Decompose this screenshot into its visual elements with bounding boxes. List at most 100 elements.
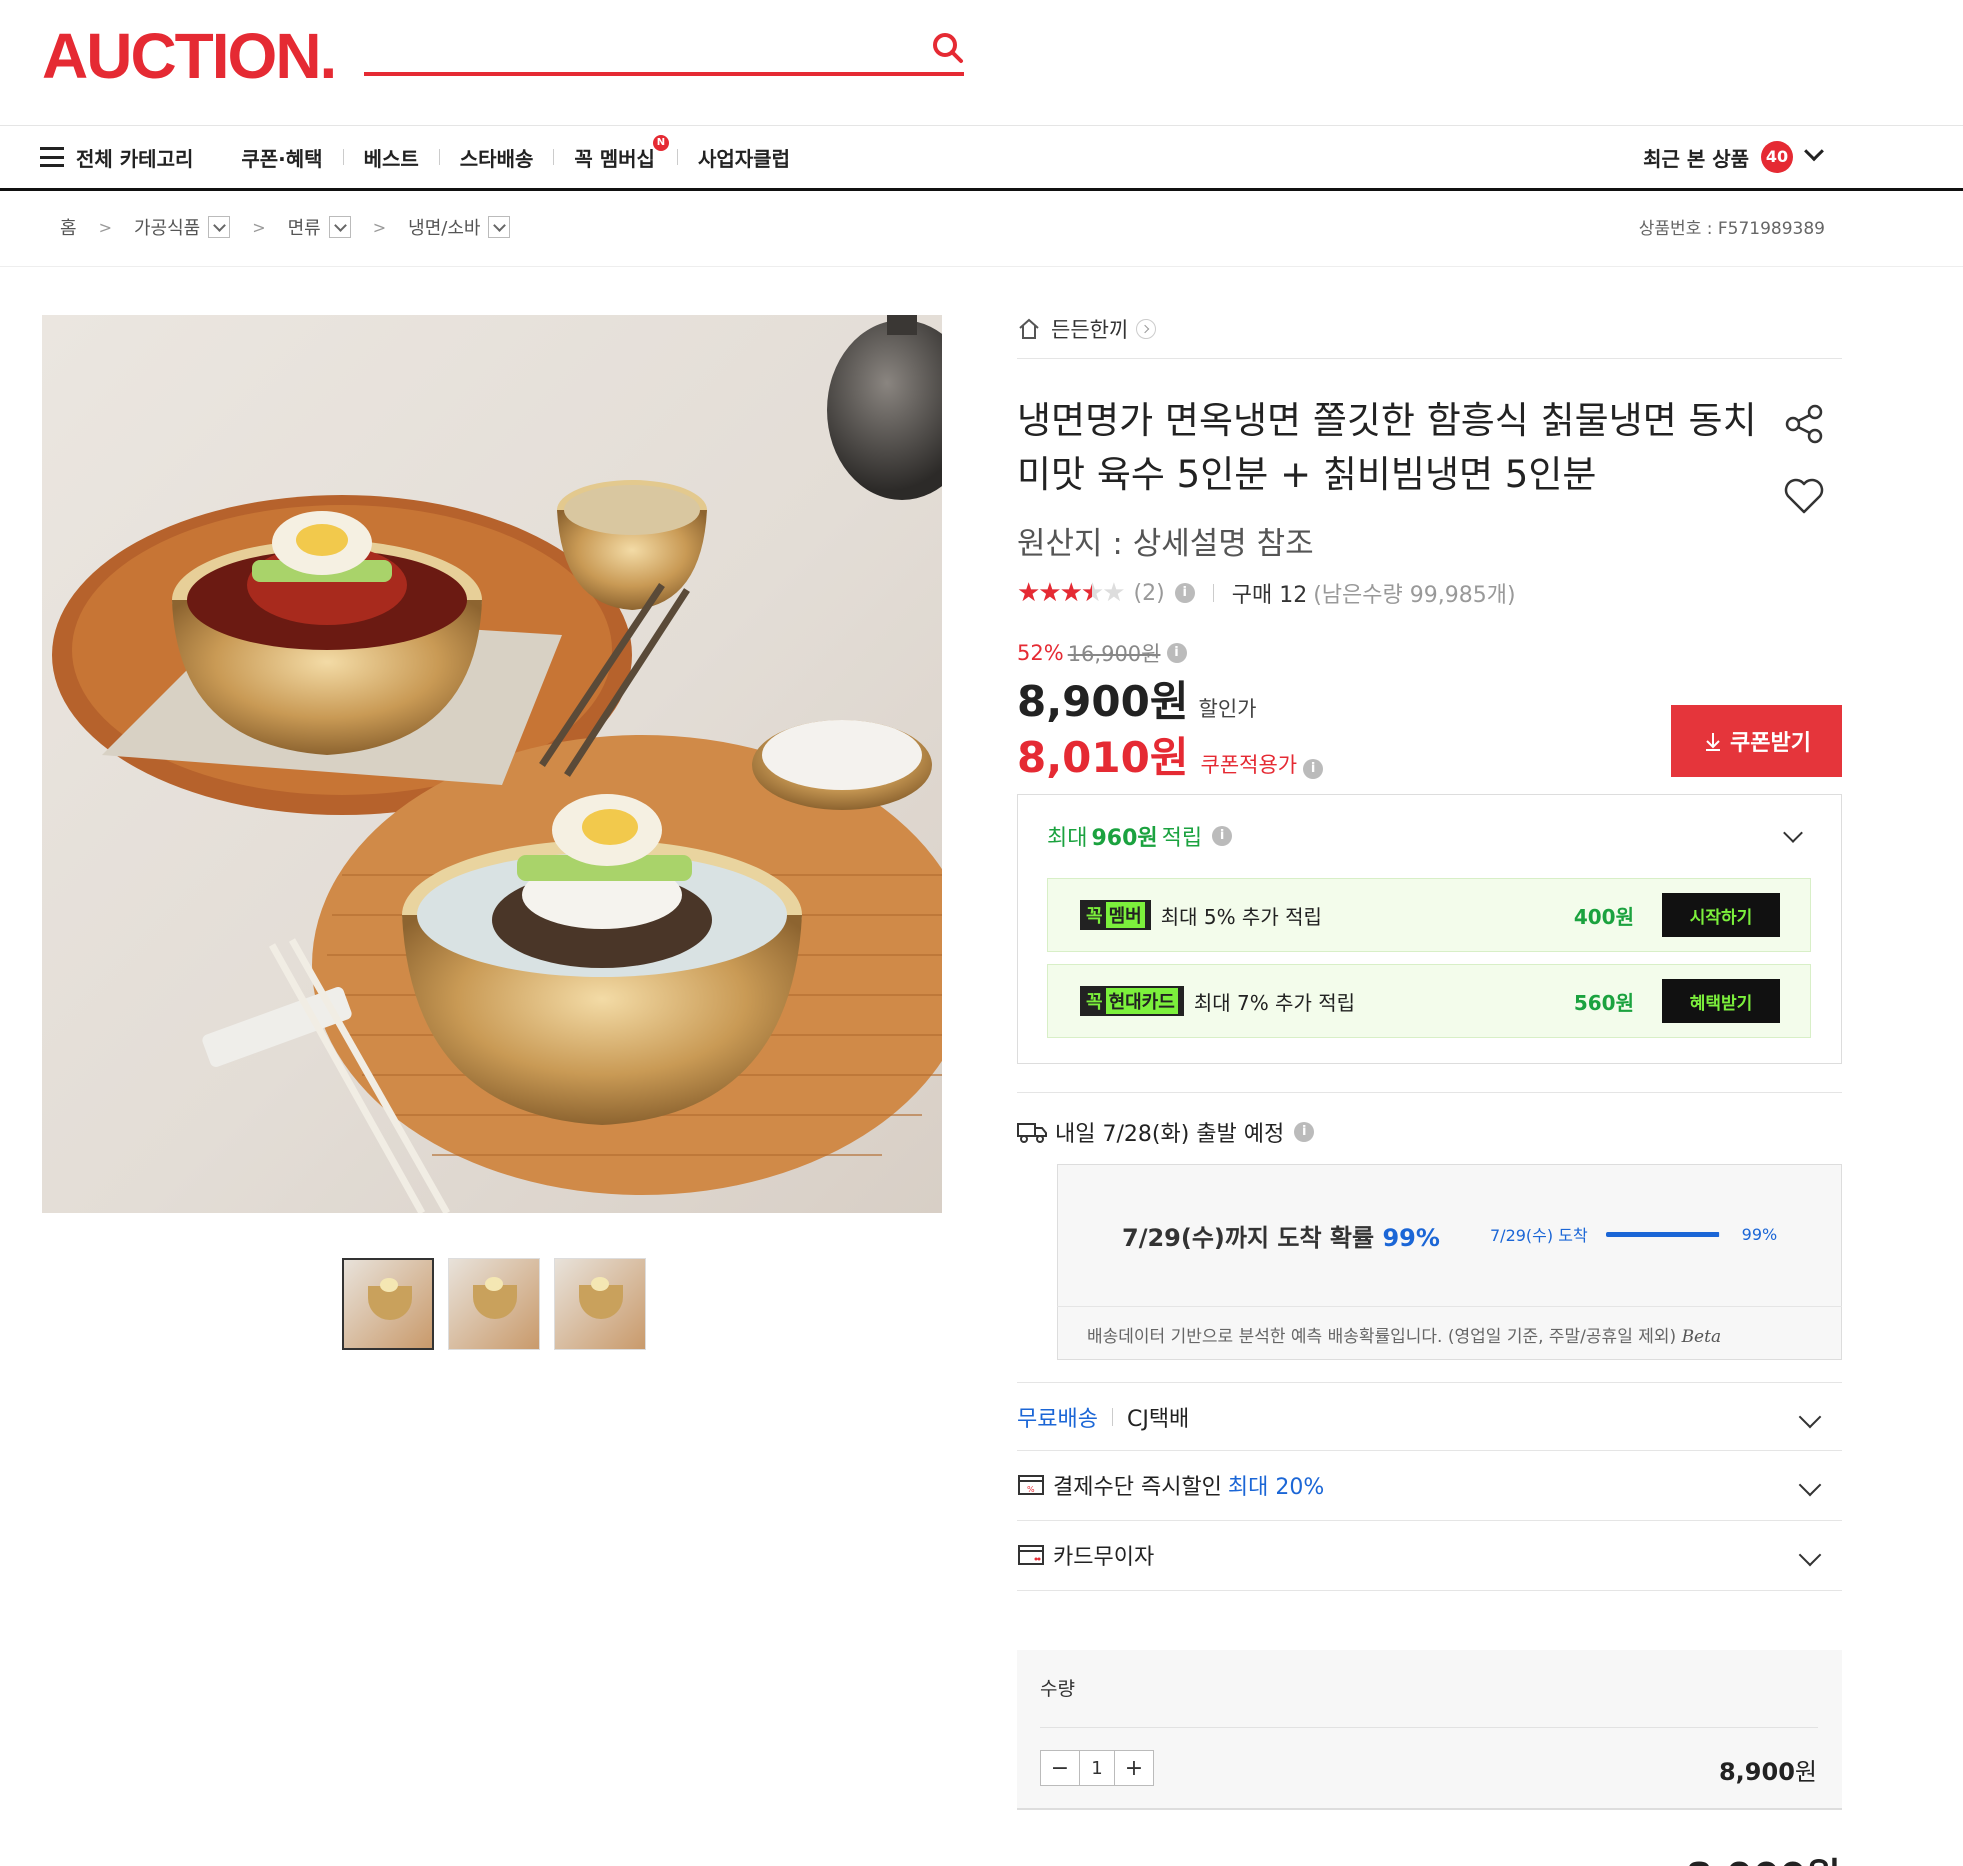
discount-row: 52% 16,900원 i <box>1017 638 1842 668</box>
thumbnail-1[interactable] <box>342 1258 434 1350</box>
line-price-value: 8,900 <box>1718 1758 1795 1786</box>
nav-item-star-delivery[interactable]: 스타배송 <box>460 143 534 172</box>
payment-discount-row[interactable]: % 결제수단 즉시할인 최대 20% <box>1017 1450 1842 1518</box>
divider <box>1017 1092 1842 1093</box>
search-icon[interactable] <box>930 30 966 66</box>
line-price: 8,900원 <box>1719 1752 1817 1787</box>
all-categories-button[interactable]: 전체 카테고리 <box>40 143 193 172</box>
chevron-down-icon <box>1798 1405 1822 1428</box>
thumbnail-2[interactable] <box>448 1258 540 1350</box>
discount-percent: 52% <box>1017 641 1064 665</box>
reward-header[interactable]: 최대 960원 적립 i <box>1047 820 1233 852</box>
product-title: 냉면명가 면옥냉면 쫄깃한 함흥식 칡물냉면 동치미맛 육수 5인분 + 칡비빔… <box>1017 399 1757 496</box>
dropdown-icon[interactable] <box>208 216 231 238</box>
breadcrumb-item[interactable]: 가공식품 <box>134 214 200 240</box>
courier-label: CJ택배 <box>1126 1406 1190 1432</box>
star-rating[interactable]: ★★★★★★★★★★ <box>1017 578 1126 608</box>
nav-item-label: 사업자클럽 <box>697 146 790 171</box>
thumbnail-3[interactable] <box>554 1258 646 1350</box>
reward-head-prefix: 최대 <box>1047 826 1088 851</box>
card-benefit-button[interactable]: 혜택받기 <box>1662 979 1780 1023</box>
breadcrumb: 홈 > 가공식품 > 면류 > 냉면/소바 <box>60 212 511 242</box>
reward-head-amount: 960원 <box>1091 826 1158 851</box>
product-main-image <box>42 315 942 1213</box>
dropdown-icon[interactable] <box>488 216 511 238</box>
arrival-probability: 7/29(수)까지 도착 확률 99% <box>1122 1218 1440 1253</box>
nav-item-coupon[interactable]: 쿠폰·혜택 <box>241 143 322 172</box>
payment-icon: % <box>1018 1474 1044 1495</box>
breadcrumb-border <box>0 266 1963 267</box>
divider <box>1017 1590 1842 1591</box>
quantity-input[interactable]: 1 <box>1079 1751 1115 1785</box>
departure-text: 내일 7/28(화) 출발 예정 <box>1055 1122 1285 1147</box>
purchase-count: 구매 12 <box>1231 583 1308 608</box>
free-shipping-row[interactable]: 무료배송 CJ택배 <box>1017 1382 1842 1450</box>
info-icon[interactable]: i <box>1294 1122 1315 1142</box>
reward-amount: 560원 <box>1573 990 1634 1015</box>
arrival-note-text: 배송데이터 기반으로 분석한 예측 배송확률입니다. (영업일 기준, 주말/공… <box>1087 1327 1677 1347</box>
reward-head-suffix: 적립 <box>1161 826 1203 851</box>
share-icon[interactable] <box>1782 402 1826 446</box>
reward-line-membership: 꼭 멤버 최대 5% 추가 적립 400원 시작하기 <box>1047 878 1811 952</box>
rating-row: ★★★★★★★★★★ (2) i 구매 12 (남은수량 99,985개) <box>1017 576 1842 610</box>
review-count[interactable]: (2) <box>1134 581 1165 606</box>
chevron-right-icon: > <box>372 217 387 237</box>
increase-button[interactable]: + <box>1115 1751 1153 1785</box>
quantity-label: 수량 <box>1040 1678 1075 1700</box>
reward-line-text: 최대 7% 추가 적립 <box>1193 990 1356 1015</box>
new-badge: N <box>652 134 669 151</box>
truck-icon <box>1017 1123 1047 1143</box>
search-input[interactable] <box>364 72 964 76</box>
product-number: 상품번호 : F571989389 <box>1638 219 1825 239</box>
all-categories-label: 전체 카테고리 <box>76 146 194 171</box>
chevron-down-icon <box>1798 1473 1822 1496</box>
breadcrumb-item[interactable]: 냉면/소바 <box>408 214 480 240</box>
sale-price: 8,900원 <box>1017 677 1189 726</box>
installment-row[interactable]: 카드무이자 <box>1017 1520 1842 1588</box>
arrival-percent: 99% <box>1382 1224 1440 1252</box>
nav-item-label: 꼭 멤버십 <box>574 146 655 171</box>
heart-icon[interactable] <box>1782 474 1826 518</box>
chevron-right-icon <box>1136 319 1157 339</box>
arrival-mini-percent: 99% <box>1741 1224 1778 1244</box>
nav-item-best[interactable]: 베스트 <box>364 143 419 172</box>
free-shipping-label: 무료배송 <box>1017 1406 1098 1432</box>
divider <box>1040 1727 1818 1728</box>
decrease-button[interactable]: − <box>1041 1751 1079 1785</box>
nav-item-membership[interactable]: 꼭 멤버십 N <box>574 134 669 172</box>
naengmyeon-photo <box>52 315 942 1213</box>
reward-line-hyundai-card: 꼭 현대카드 최대 7% 추가 적립 560원 혜택받기 <box>1047 964 1811 1038</box>
auction-logo[interactable]: AUCTION. <box>42 24 337 88</box>
membership-start-button[interactable]: 시작하기 <box>1662 893 1780 937</box>
breadcrumb-item[interactable]: 면류 <box>288 214 321 240</box>
dropdown-icon[interactable] <box>328 216 351 238</box>
chevron-down-icon <box>1804 141 1824 162</box>
info-icon[interactable]: i <box>1212 826 1233 846</box>
chevron-right-icon: > <box>98 217 112 237</box>
info-icon[interactable]: i <box>1303 759 1324 779</box>
payment-max-label: 최대 20% <box>1227 1474 1325 1500</box>
recent-products-button[interactable]: 최근 본 상품 40 <box>1643 126 1824 188</box>
line-price-unit: 원 <box>1794 1758 1817 1786</box>
store-link[interactable]: 든든한끼 <box>1017 312 1842 346</box>
chevron-down-icon <box>1798 1543 1822 1566</box>
divider <box>1057 1306 1842 1307</box>
coupon-download-button[interactable]: 쿠폰받기 <box>1671 705 1842 777</box>
info-icon[interactable]: i <box>1166 643 1187 663</box>
home-icon <box>1019 318 1039 339</box>
hyundai-card-tag: 꼭 현대카드 <box>1080 986 1184 1016</box>
beta-label: Beta <box>1681 1327 1722 1347</box>
arrival-mini-bar: 7/29(수) 도착 99% <box>1490 1222 1777 1246</box>
nav-item-label: 베스트 <box>363 146 419 171</box>
nav-item-business-club[interactable]: 사업자클럽 <box>698 143 790 172</box>
coupon-price-label: 쿠폰적용가 <box>1200 753 1298 777</box>
store-name: 든든한끼 <box>1051 318 1129 342</box>
total-price: 8,900원 <box>1686 1846 1841 1866</box>
download-icon <box>1706 733 1721 751</box>
breadcrumb-home[interactable]: 홈 <box>60 214 77 240</box>
divider <box>1017 358 1842 359</box>
arrival-mini-date: 7/29(수) 도착 <box>1490 1226 1588 1245</box>
sale-price-label: 할인가 <box>1198 697 1257 721</box>
nav-item-label: 쿠폰·혜택 <box>241 146 323 171</box>
info-icon[interactable]: i <box>1174 583 1195 603</box>
